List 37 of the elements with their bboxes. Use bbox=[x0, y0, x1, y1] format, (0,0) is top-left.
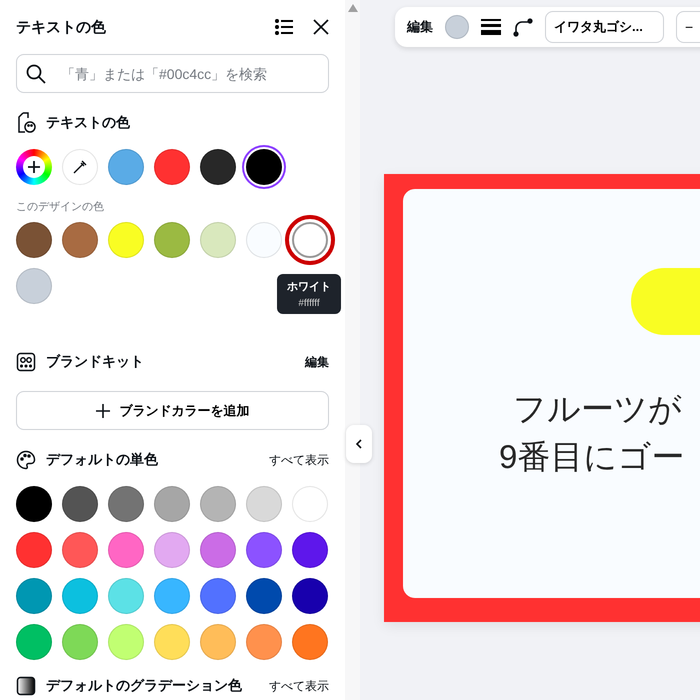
plus-icon bbox=[96, 404, 110, 418]
panel-title: テキストの色 bbox=[16, 18, 107, 36]
curve-icon[interactable] bbox=[513, 17, 533, 37]
heading-line: 9番目にゴー bbox=[499, 437, 686, 477]
add-color-button[interactable] bbox=[16, 149, 52, 185]
color-button[interactable] bbox=[445, 15, 469, 39]
section-title: テキストの色 bbox=[46, 114, 131, 132]
tooltip-name: ホワイト bbox=[286, 280, 332, 294]
brand-kit-icon bbox=[16, 352, 36, 372]
gradient-icon bbox=[16, 676, 36, 696]
close-icon[interactable] bbox=[313, 19, 329, 35]
show-all-link[interactable]: すべて表示 bbox=[269, 678, 329, 694]
color-swatch[interactable] bbox=[246, 149, 282, 185]
edit-link[interactable]: 編集 bbox=[407, 18, 433, 36]
list-icon[interactable] bbox=[275, 19, 293, 35]
add-brand-color-button[interactable]: ブランドカラーを追加 bbox=[16, 391, 329, 430]
scroll-up-icon[interactable] bbox=[348, 4, 358, 12]
font-dropdown[interactable]: イワタ丸ゴシ... bbox=[545, 11, 664, 43]
section-title: デフォルトの単色 bbox=[46, 451, 159, 469]
search-icon bbox=[26, 64, 46, 84]
show-all-link[interactable]: すべて表示 bbox=[269, 452, 329, 468]
palette-icon bbox=[16, 450, 36, 470]
plus-icon bbox=[28, 161, 40, 173]
eyedropper-button[interactable] bbox=[62, 149, 98, 185]
section-subtitle: このデザインの色 bbox=[16, 200, 105, 214]
chevron-left-icon bbox=[356, 439, 362, 449]
tooltip-hex: #ffffff bbox=[297, 298, 321, 309]
edit-link[interactable]: 編集 bbox=[305, 354, 329, 370]
decrease-size-button[interactable]: − bbox=[676, 11, 700, 43]
collapse-panel-button[interactable] bbox=[346, 425, 372, 463]
document-palette-icon bbox=[16, 112, 36, 134]
section-title: ブランドキット bbox=[46, 353, 145, 371]
search-field[interactable]: 「青」または「#00c4cc」を検索 bbox=[16, 54, 329, 93]
border-weight-icon[interactable] bbox=[481, 19, 501, 35]
heading-line: フルーツが bbox=[513, 389, 683, 429]
section-title: デフォルトのグラデーション色 bbox=[46, 677, 243, 695]
eyedropper-icon bbox=[72, 159, 88, 175]
